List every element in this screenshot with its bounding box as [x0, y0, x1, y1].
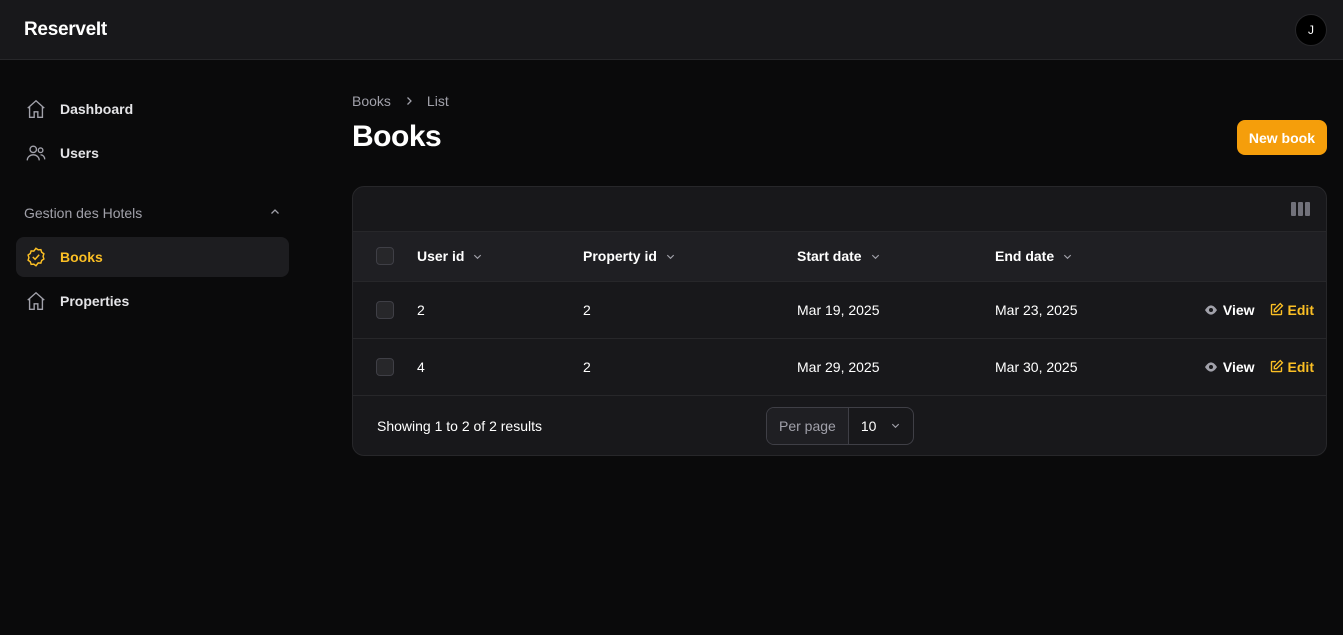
chevron-up-icon[interactable]	[269, 205, 281, 221]
breadcrumb-current: List	[426, 93, 449, 109]
edit-label: Edit	[1287, 301, 1314, 318]
books-table-card: User id Property id Start date End date …	[352, 186, 1327, 456]
select-all-checkbox[interactable]	[376, 247, 394, 266]
row-checkbox[interactable]	[376, 300, 394, 319]
chevron-right-icon	[403, 95, 415, 107]
eye-icon	[1204, 304, 1217, 315]
results-summary: Showing 1 to 2 of 2 results	[377, 417, 542, 434]
check-badge-icon	[24, 245, 48, 269]
per-page-label: Per page	[767, 407, 849, 444]
cell-property-id[interactable]: 2	[583, 338, 797, 395]
breadcrumb: Books List	[352, 93, 449, 109]
sidebar-group-label: Gestion des Hotels	[24, 205, 143, 221]
chevron-down-icon	[1064, 254, 1072, 259]
sidebar-item-label: Users	[60, 145, 99, 161]
pagination-bar: Showing 1 to 2 of 2 results Per page 10	[353, 396, 1326, 456]
view-label: View	[1222, 301, 1255, 318]
sidebar-item-properties[interactable]: Properties	[16, 281, 289, 321]
books-table: User id Property id Start date End date …	[353, 232, 1326, 396]
eye-icon	[1204, 361, 1217, 372]
breadcrumb-parent[interactable]: Books	[352, 93, 391, 109]
user-avatar[interactable]: J	[1295, 13, 1327, 46]
cell-user-id[interactable]: 4	[417, 338, 583, 395]
sidebar-item-label: Dashboard	[60, 101, 134, 117]
table-row: 4 2 Mar 29, 2025 Mar 30, 2025 View Edit	[353, 338, 1326, 395]
cell-user-id[interactable]: 2	[417, 281, 583, 338]
chevron-down-icon	[871, 254, 879, 259]
column-label: Property id	[583, 248, 657, 265]
cell-start-date[interactable]: Mar 19, 2025	[797, 281, 995, 338]
sidebar-item-users[interactable]: Users	[16, 133, 289, 173]
view-button[interactable]: View	[1203, 359, 1255, 375]
table-row: 2 2 Mar 19, 2025 Mar 23, 2025 View Edit	[353, 281, 1326, 338]
cell-end-date[interactable]: Mar 23, 2025	[995, 281, 1185, 338]
chevron-down-icon	[891, 423, 900, 429]
edit-button[interactable]: Edit	[1269, 359, 1314, 375]
columns-toggle-icon[interactable]	[1291, 202, 1310, 216]
edit-label: Edit	[1287, 358, 1314, 375]
users-icon	[24, 141, 48, 165]
table-header-row: User id Property id Start date End date	[353, 232, 1326, 281]
column-header-end-date[interactable]: End date	[995, 248, 1185, 264]
edit-icon	[1270, 359, 1283, 373]
sidebar-item-label: Properties	[60, 293, 130, 309]
column-label: End date	[995, 248, 1055, 265]
chevron-down-icon	[666, 254, 675, 259]
edit-icon	[1270, 302, 1283, 316]
per-page-control: Per page 10	[766, 406, 914, 445]
column-label: User id	[417, 248, 465, 265]
brand-logo[interactable]: ReserveIt	[24, 19, 107, 41]
sidebar: Dashboard Users Gestion des Hotels Books…	[16, 89, 289, 325]
view-button[interactable]: View	[1203, 302, 1255, 318]
view-label: View	[1222, 358, 1255, 375]
home-icon	[24, 97, 48, 121]
sidebar-item-books[interactable]: Books	[16, 237, 289, 277]
edit-button[interactable]: Edit	[1269, 302, 1314, 318]
sidebar-item-dashboard[interactable]: Dashboard	[16, 89, 289, 129]
row-actions: View Edit	[1185, 302, 1326, 318]
top-bar: ReserveIt J	[0, 0, 1343, 60]
row-checkbox[interactable]	[376, 357, 394, 376]
chevron-down-icon	[474, 254, 482, 259]
new-book-button[interactable]: New book	[1236, 120, 1327, 155]
cell-start-date[interactable]: Mar 29, 2025	[797, 338, 995, 395]
column-header-property-id[interactable]: Property id	[583, 248, 797, 264]
cell-end-date[interactable]: Mar 30, 2025	[995, 338, 1185, 395]
page-title: Books	[352, 120, 442, 153]
column-header-start-date[interactable]: Start date	[797, 248, 995, 264]
sidebar-item-label: Books	[60, 249, 103, 265]
home-icon	[24, 289, 48, 313]
sidebar-group-header[interactable]: Gestion des Hotels	[16, 193, 289, 233]
column-header-user-id[interactable]: User id	[417, 248, 583, 264]
cell-property-id[interactable]: 2	[583, 281, 797, 338]
row-actions: View Edit	[1185, 359, 1326, 375]
column-label: Start date	[797, 248, 862, 265]
per-page-value: 10	[860, 417, 877, 434]
per-page-select[interactable]: 10	[849, 418, 913, 434]
table-toolbar	[353, 187, 1326, 232]
